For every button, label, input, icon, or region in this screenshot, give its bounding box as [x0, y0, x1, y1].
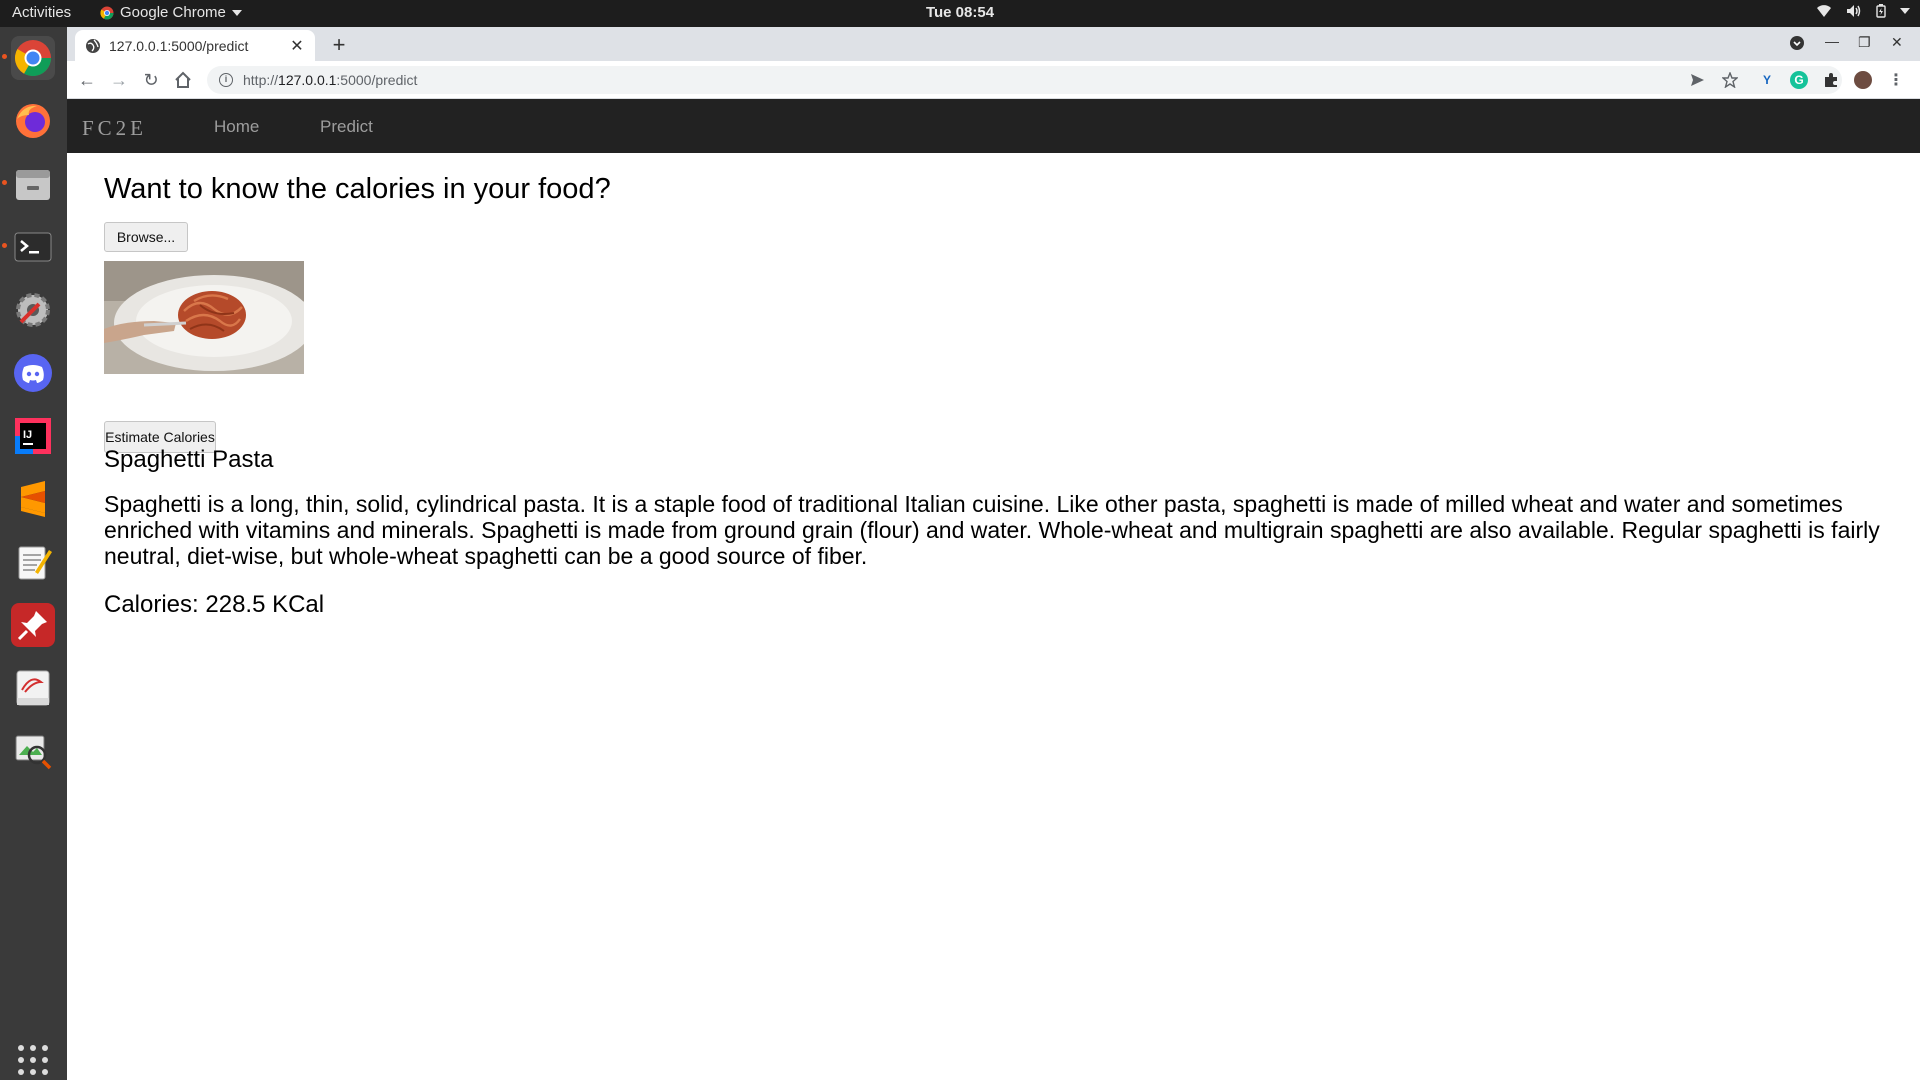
dock-document-viewer[interactable]	[11, 666, 55, 710]
clock[interactable]: Tue 08:54	[926, 4, 994, 21]
address-bar[interactable]: i http://127.0.0.1:5000/predict	[207, 66, 1842, 94]
home-icon[interactable]	[172, 69, 194, 91]
app-menu[interactable]: Google Chrome	[100, 4, 242, 21]
chevron-down-icon	[231, 9, 242, 16]
extension-y-icon[interactable]: Y	[1758, 71, 1776, 89]
dock-chrome[interactable]	[11, 36, 55, 80]
app-grid-icon	[18, 1045, 24, 1051]
tab-title: 127.0.0.1:5000/predict	[109, 37, 249, 54]
profile-avatar[interactable]	[1854, 71, 1872, 89]
new-tab-button[interactable]: +	[327, 32, 351, 58]
app-menu-label: Google Chrome	[120, 4, 226, 21]
nav-predict-link[interactable]: Predict	[320, 117, 373, 137]
image-viewer-icon	[15, 735, 52, 770]
system-menu-chevron-icon	[1900, 8, 1910, 14]
svg-text:IJ: IJ	[23, 429, 32, 441]
nav-home-link[interactable]: Home	[214, 117, 259, 137]
web-page: FC2E Home Predict Want to know the calor…	[67, 99, 1920, 1080]
site-navbar: FC2E Home Predict	[67, 99, 1920, 153]
settings-icon	[16, 293, 50, 327]
terminal-icon	[14, 232, 52, 262]
site-info-icon[interactable]: i	[219, 73, 233, 87]
sublime-text-icon	[21, 481, 45, 517]
dock-terminal[interactable]	[11, 225, 55, 269]
reload-icon[interactable]: ↻	[140, 69, 162, 91]
browser-tab[interactable]: 127.0.0.1:5000/predict ✕	[75, 30, 315, 61]
forward-icon[interactable]: →	[108, 69, 130, 91]
tab-search-icon[interactable]	[1789, 35, 1805, 51]
discord-icon	[14, 354, 52, 392]
close-tab-icon[interactable]: ✕	[289, 36, 305, 56]
dock-files[interactable]	[11, 162, 55, 206]
files-icon	[16, 170, 50, 200]
wifi-icon	[1817, 5, 1831, 17]
chrome-icon	[14, 40, 52, 77]
globe-icon	[86, 38, 100, 53]
food-image-preview	[104, 261, 304, 374]
grammarly-icon[interactable]: G	[1790, 71, 1808, 89]
chrome-menu-icon[interactable]: ⋮	[1887, 71, 1905, 89]
calories-result: Calories: 228.5 KCal	[104, 591, 325, 618]
minimize-icon[interactable]: —	[1825, 33, 1839, 49]
page-heading: Want to know the calories in your food?	[104, 173, 611, 205]
pin-app-icon	[17, 611, 47, 641]
dock-intellij[interactable]: IJ	[11, 414, 55, 458]
dock-discord[interactable]	[11, 351, 55, 395]
running-indicator	[2, 243, 7, 248]
url-text: http://127.0.0.1:5000/predict	[243, 72, 418, 88]
activities-button[interactable]: Activities	[12, 4, 71, 21]
running-indicator	[2, 180, 7, 185]
bookmark-star-icon[interactable]	[1722, 72, 1738, 88]
system-top-bar: Activities Google Chrome Tue 08:54	[0, 0, 1920, 27]
dock: IJ	[0, 27, 67, 1080]
dock-image-viewer[interactable]	[11, 729, 55, 773]
restore-icon[interactable]: ❐	[1858, 34, 1871, 51]
extensions-puzzle-icon[interactable]	[1822, 71, 1840, 89]
dock-firefox[interactable]	[11, 99, 55, 143]
back-icon[interactable]: ←	[76, 69, 98, 91]
show-applications-button[interactable]	[18, 1045, 48, 1075]
firefox-icon	[16, 104, 50, 138]
browser-toolbar: ← → ↻ i http://127.0.0.1:5000/predict Y …	[67, 61, 1920, 99]
battery-icon	[1876, 4, 1886, 18]
running-indicator	[2, 54, 7, 59]
dock-settings[interactable]	[11, 288, 55, 332]
food-name: Spaghetti Pasta	[104, 446, 274, 473]
site-brand[interactable]: FC2E	[82, 116, 147, 141]
chrome-small-icon	[100, 6, 114, 19]
dock-text-editor[interactable]	[11, 540, 55, 584]
spaghetti-photo	[104, 261, 304, 374]
tab-strip: 127.0.0.1:5000/predict ✕ + — ❐ ✕	[67, 27, 1920, 61]
browse-file-button[interactable]: Browse...	[104, 222, 188, 252]
dock-sublime[interactable]	[11, 477, 55, 521]
food-description: Spaghetti is a long, thin, solid, cylind…	[104, 491, 1880, 569]
window-close-icon[interactable]: ✕	[1891, 34, 1903, 51]
evince-icon	[16, 670, 50, 706]
system-status-area[interactable]	[1816, 4, 1910, 18]
text-editor-icon	[18, 546, 52, 580]
intellij-icon: IJ	[15, 418, 51, 454]
volume-icon	[1847, 5, 1861, 17]
send-icon[interactable]	[1689, 72, 1705, 88]
dock-pin-app[interactable]	[11, 603, 55, 647]
